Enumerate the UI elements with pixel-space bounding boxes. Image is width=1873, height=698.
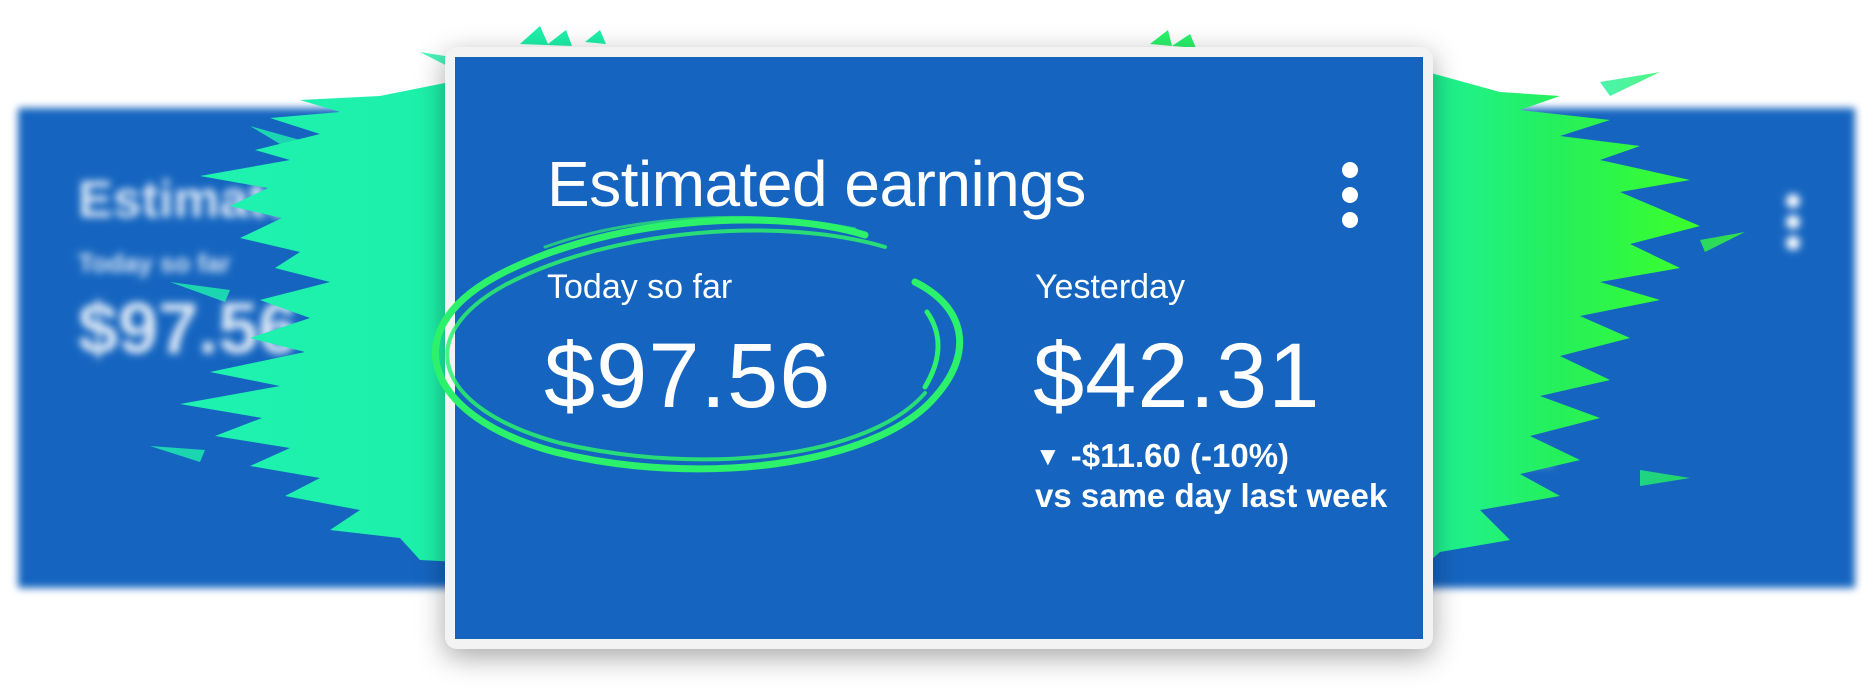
yesterday-delta: ▼ -$11.60 (-10%) bbox=[1035, 439, 1289, 472]
background-more-vert-icon bbox=[1786, 194, 1800, 257]
stage: Estimated earnings Today so far $97.56 Y… bbox=[0, 0, 1873, 698]
yesterday-delta-text: -$11.60 (-10%) bbox=[1070, 437, 1290, 474]
yesterday-label: Yesterday bbox=[1035, 268, 1185, 306]
more-vert-icon[interactable] bbox=[1335, 160, 1365, 230]
background-card-title: Estimated earnings bbox=[78, 171, 478, 229]
background-card-label: Today so far bbox=[78, 248, 231, 278]
yesterday-comparison: vs same day last week bbox=[1035, 477, 1388, 514]
today-so-far-amount: $97.56 bbox=[544, 325, 832, 427]
estimated-earnings-card: Estimated earnings Today so far $97.56 Y… bbox=[432, 57, 1423, 639]
background-card-amount: $97.56 bbox=[78, 289, 299, 369]
card-title: Estimated earnings bbox=[547, 148, 1086, 220]
estimated-earnings-card-frame: Estimated earnings Today so far $97.56 Y… bbox=[432, 47, 1433, 649]
today-so-far-label: Today so far bbox=[547, 268, 733, 306]
yesterday-amount: $42.31 bbox=[1033, 325, 1321, 427]
background-card-right: Yesterday $42.31 ▼ -$11.60 (-10%) vs sam… bbox=[1400, 108, 1855, 588]
triangle-down-icon: ▼ bbox=[1035, 441, 1061, 471]
background-card-left: Estimated earnings Today so far $97.56 bbox=[18, 108, 478, 588]
